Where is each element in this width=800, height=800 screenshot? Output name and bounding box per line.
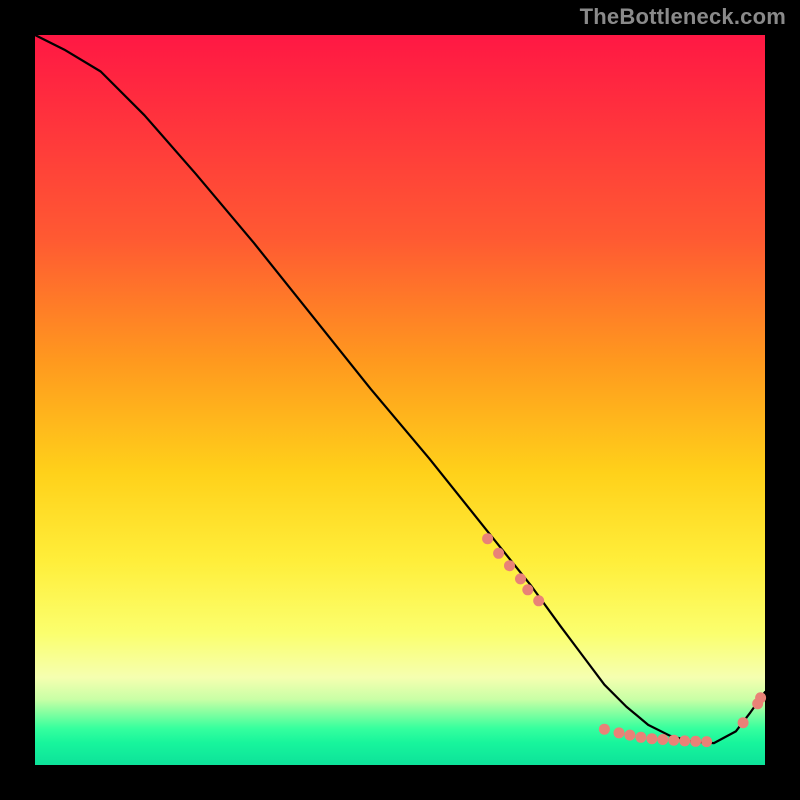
datapoint-marker (646, 733, 657, 744)
datapoint-marker (522, 584, 533, 595)
datapoint-marker (614, 727, 625, 738)
datapoint-marker (504, 560, 515, 571)
bottleneck-curve-line (35, 35, 765, 743)
datapoint-marker (533, 595, 544, 606)
datapoint-marker (701, 736, 712, 747)
datapoint-marker (482, 533, 493, 544)
datapoint-marker (515, 573, 526, 584)
datapoint-marker (679, 735, 690, 746)
datapoint-marker (493, 548, 504, 559)
plot-area (35, 35, 765, 765)
datapoint-marker (755, 692, 766, 703)
datapoint-marker (657, 734, 668, 745)
datapoint-markers (482, 533, 766, 747)
datapoint-marker (635, 732, 646, 743)
datapoint-marker (738, 717, 749, 728)
datapoint-marker (690, 736, 701, 747)
datapoint-marker (624, 730, 635, 741)
curve-svg (35, 35, 765, 765)
datapoint-marker (668, 735, 679, 746)
chart-container: TheBottleneck.com (0, 0, 800, 800)
watermark-text: TheBottleneck.com (580, 4, 786, 30)
datapoint-marker (599, 724, 610, 735)
